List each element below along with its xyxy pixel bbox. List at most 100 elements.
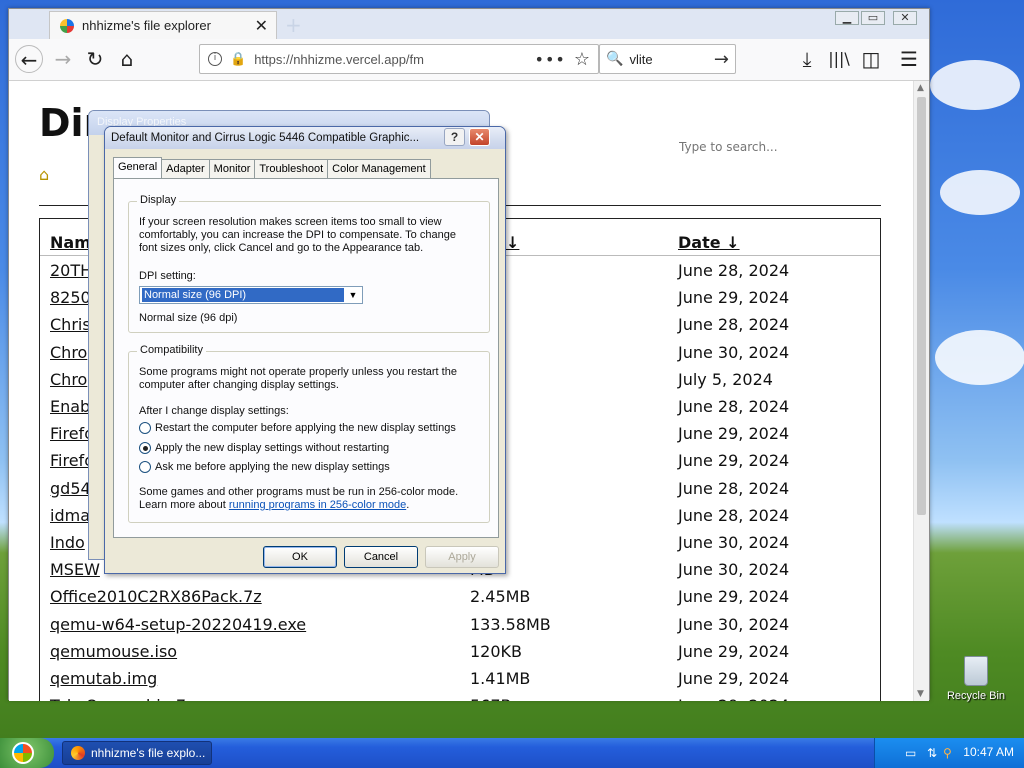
dialog-close-icon[interactable]: ✕	[469, 128, 490, 146]
file-name-link[interactable]: Enab	[50, 397, 90, 416]
start-button[interactable]	[0, 738, 54, 768]
monitor-properties-dialog: Default Monitor and Cirrus Logic 5446 Co…	[104, 126, 506, 574]
clock[interactable]: 10:47 AM	[963, 745, 1014, 759]
column-header-size[interactable]: ↓	[506, 233, 519, 252]
new-tab-icon[interactable]: +	[285, 13, 302, 37]
window-close-icon[interactable]: ✕	[893, 11, 917, 25]
scroll-down-icon[interactable]: ▼	[917, 689, 924, 699]
system-tray: ▭ ⇅ ⚲ 10:47 AM	[874, 738, 1024, 768]
file-search-input[interactable]	[677, 139, 877, 155]
file-size: 567B	[470, 696, 512, 701]
file-name-link[interactable]: idma	[50, 506, 90, 525]
site-favicon-icon	[60, 18, 74, 33]
search-box[interactable]: 🔍 vlite →	[599, 44, 736, 74]
display-group: Display If your screen resolution makes …	[128, 194, 490, 333]
radio-apply[interactable]	[139, 442, 151, 454]
after-change-label: After I change display settings:	[139, 405, 289, 417]
radio-ask-label[interactable]: Ask me before applying the new display s…	[155, 461, 390, 474]
file-name-link[interactable]: 8250	[50, 288, 91, 307]
games-note: Some games and other programs must be ru…	[139, 486, 459, 498]
help-icon[interactable]: ?	[444, 128, 465, 146]
cloud	[940, 170, 1020, 215]
general-tab-panel: Display If your screen resolution makes …	[113, 178, 499, 538]
file-date: June 30, 2024	[678, 614, 790, 634]
tab-color-management[interactable]: Color Management	[327, 159, 431, 180]
minimize-icon[interactable]: ▁	[835, 11, 859, 25]
taskbar-firefox-button[interactable]: nhhizme's file explo...	[62, 741, 212, 765]
radio-restart[interactable]	[139, 422, 151, 434]
file-name-link[interactable]: qemutab.img	[50, 669, 157, 688]
url-text[interactable]: https://nhhizme.vercel.app/fm	[254, 52, 526, 67]
file-date: June 29, 2024	[678, 451, 790, 471]
reload-icon[interactable]: ↻	[81, 45, 109, 73]
display-description: If your screen resolution makes screen i…	[139, 216, 456, 254]
firefox-taskbar-icon	[71, 746, 85, 760]
tab-adapter[interactable]: Adapter	[161, 159, 210, 180]
search-query[interactable]: vlite	[629, 52, 707, 67]
radio-ask[interactable]	[139, 461, 151, 473]
learn-more-line: Learn more about running programs in 256…	[139, 499, 409, 512]
column-header-date[interactable]: Date ↓	[678, 233, 740, 252]
recycle-bin-icon	[964, 656, 988, 686]
file-name-link[interactable]: gd54	[50, 479, 91, 498]
bookmark-star-icon[interactable]: ☆	[574, 49, 590, 70]
page-actions-icon[interactable]: •••	[535, 50, 566, 69]
file-date: June 30, 2024	[678, 533, 790, 552]
radio-apply-label[interactable]: Apply the new display settings without r…	[155, 442, 389, 455]
display-group-label: Display	[137, 194, 180, 206]
file-name-link[interactable]: Office2010C2RX86Pack.7z	[50, 587, 262, 606]
recycle-bin-label: Recycle Bin	[946, 690, 1006, 702]
home-icon[interactable]: ⌂	[113, 45, 141, 73]
dpi-label: DPI setting:	[139, 270, 196, 282]
learn-more-link[interactable]: running programs in 256-color mode	[229, 499, 406, 511]
downloads-icon[interactable]: ⤓	[793, 45, 821, 73]
tab-monitor[interactable]: Monitor	[208, 159, 256, 180]
file-name-link[interactable]: qemu-w64-setup-20220419.exe	[50, 615, 306, 634]
page-scrollbar[interactable]: ▲ ▼	[913, 81, 929, 701]
file-name-link[interactable]: 20TH	[50, 261, 92, 280]
address-bar[interactable]: i 🔒 https://nhhizme.vercel.app/fm ••• ☆	[199, 44, 599, 74]
sidebar-icon[interactable]: ◫	[857, 45, 885, 73]
taskbar-button-label: nhhizme's file explo...	[91, 746, 206, 760]
tab-troubleshoot[interactable]: Troubleshoot	[254, 159, 329, 180]
ok-button[interactable]: OK	[263, 546, 337, 568]
tab-general[interactable]: General	[113, 157, 163, 178]
table-row: qemutab.img 1.41MB June 29, 2024	[40, 669, 880, 696]
scroll-thumb[interactable]	[917, 97, 926, 515]
site-info-icon[interactable]: i	[208, 52, 222, 66]
library-icon[interactable]: |||\	[825, 45, 853, 73]
taskbar: nhhizme's file explo... ▭ ⇅ ⚲ 10:47 AM	[0, 738, 1024, 768]
search-icon: 🔍	[606, 51, 624, 67]
network-icon[interactable]: ⇅	[927, 746, 937, 760]
file-name-link[interactable]: Chris	[50, 315, 91, 334]
search-tray-icon[interactable]: ⚲	[943, 746, 952, 760]
dpi-selected-value: Normal size (96 DPI)	[142, 288, 344, 302]
back-arrow-icon[interactable]: ←	[15, 45, 43, 73]
file-name-link[interactable]: Indo	[50, 533, 85, 552]
file-name-link[interactable]: Chro	[50, 343, 87, 362]
dropdown-arrow-icon[interactable]: ▼	[345, 288, 361, 302]
tab-close-icon[interactable]: ✕	[255, 16, 268, 35]
file-name-link[interactable]: TakeOwnership.7z	[50, 696, 194, 701]
search-go-arrow-icon[interactable]: →	[714, 49, 729, 70]
recycle-bin[interactable]: Recycle Bin	[944, 656, 1008, 702]
dialog-tabs: General Adapter Monitor Troubleshoot Col…	[113, 157, 431, 180]
menu-icon[interactable]: ☰	[895, 45, 923, 73]
compatibility-group-label: Compatibility	[137, 344, 206, 356]
radio-restart-label[interactable]: Restart the computer before applying the…	[155, 422, 456, 435]
browser-tab[interactable]: nhhizme's file explorer ✕	[49, 11, 277, 39]
dpi-select[interactable]: Normal size (96 DPI) ▼	[139, 286, 363, 304]
file-date: June 28, 2024	[678, 261, 790, 280]
file-name-link[interactable]: qemumouse.iso	[50, 642, 177, 661]
home-folder-icon[interactable]: ⌂	[39, 165, 49, 184]
scroll-up-icon[interactable]: ▲	[917, 83, 924, 93]
maximize-icon[interactable]: ▭	[861, 11, 885, 25]
cancel-button[interactable]: Cancel	[344, 546, 418, 568]
lock-icon: 🔒	[230, 51, 247, 67]
forward-arrow-icon[interactable]: →	[49, 45, 77, 73]
file-name-link[interactable]: MSEW	[50, 560, 100, 579]
file-name-link[interactable]: Chro	[50, 370, 87, 389]
keyboard-icon[interactable]: ▭	[905, 746, 916, 760]
apply-button[interactable]: Apply	[425, 546, 499, 568]
file-date: June 28, 2024	[678, 478, 790, 498]
